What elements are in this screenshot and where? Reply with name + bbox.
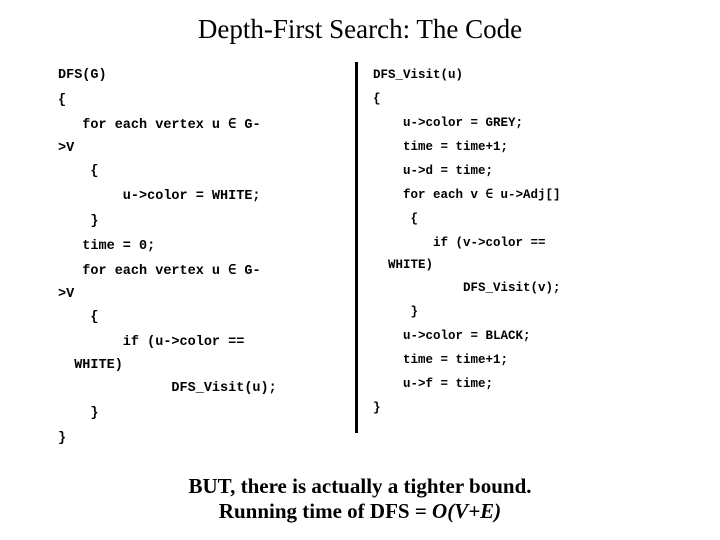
big-o-complexity: O(V+E) bbox=[432, 499, 502, 523]
code-line: WHITE) bbox=[373, 258, 434, 272]
code-line: if (u->color == bbox=[58, 335, 245, 350]
code-line: DFS_Visit(u); bbox=[58, 381, 277, 396]
code-line: >V bbox=[58, 287, 75, 302]
code-block-dfs-visit: DFS_Visit(u) { u->color = GREY; time = ti… bbox=[373, 63, 623, 420]
code-line: DFS_Visit(u) bbox=[373, 68, 464, 82]
code-line: >V bbox=[58, 141, 75, 156]
code-line: for each vertex u ∈ G- bbox=[58, 118, 261, 133]
code-line: u->f = time; bbox=[373, 377, 494, 391]
page-title: Depth-First Search: The Code bbox=[197, 14, 523, 44]
code-line: u->d = time; bbox=[373, 164, 494, 178]
code-line: u->color = WHITE; bbox=[58, 189, 261, 204]
code-line: { bbox=[373, 92, 381, 106]
code-line: for each v ∈ u->Adj[] bbox=[373, 188, 561, 202]
code-line: } bbox=[373, 305, 419, 319]
code-line: } bbox=[58, 431, 67, 446]
code-line: { bbox=[58, 164, 99, 179]
conclusion-line-1: BUT, there is actually a tighter bound. bbox=[188, 474, 532, 498]
code-line: for each vertex u ∈ G- bbox=[58, 264, 261, 279]
code-line: u->color = BLACK; bbox=[373, 329, 531, 343]
conclusion-text: BUT, there is actually a tighter bound. … bbox=[0, 474, 720, 524]
code-line: DFS_Visit(v); bbox=[373, 281, 561, 295]
code-line: } bbox=[373, 401, 381, 415]
code-line: DFS(G) bbox=[58, 68, 107, 83]
code-block-dfs: DFS(G) { for each vertex u ∈ G- >V { u->co… bbox=[58, 63, 338, 451]
code-line: time = 0; bbox=[58, 239, 156, 254]
code-line: } bbox=[58, 406, 99, 421]
code-line: { bbox=[58, 310, 99, 325]
slide-canvas: Depth-First Search: The Code DFS(G) { for… bbox=[0, 0, 720, 540]
code-line: { bbox=[58, 93, 67, 108]
code-line: { bbox=[373, 212, 419, 226]
column-divider bbox=[355, 62, 358, 433]
running-time-label: Running time of DFS = bbox=[218, 499, 433, 523]
conclusion-line-2: Running time of DFS = O(V+E) bbox=[0, 499, 720, 524]
code-line: time = time+1; bbox=[373, 353, 509, 367]
code-line: WHITE) bbox=[58, 358, 123, 373]
code-line: if (v->color == bbox=[373, 236, 546, 250]
code-line: time = time+1; bbox=[373, 140, 509, 154]
code-line: } bbox=[58, 214, 99, 229]
code-line: u->color = GREY; bbox=[373, 116, 524, 130]
